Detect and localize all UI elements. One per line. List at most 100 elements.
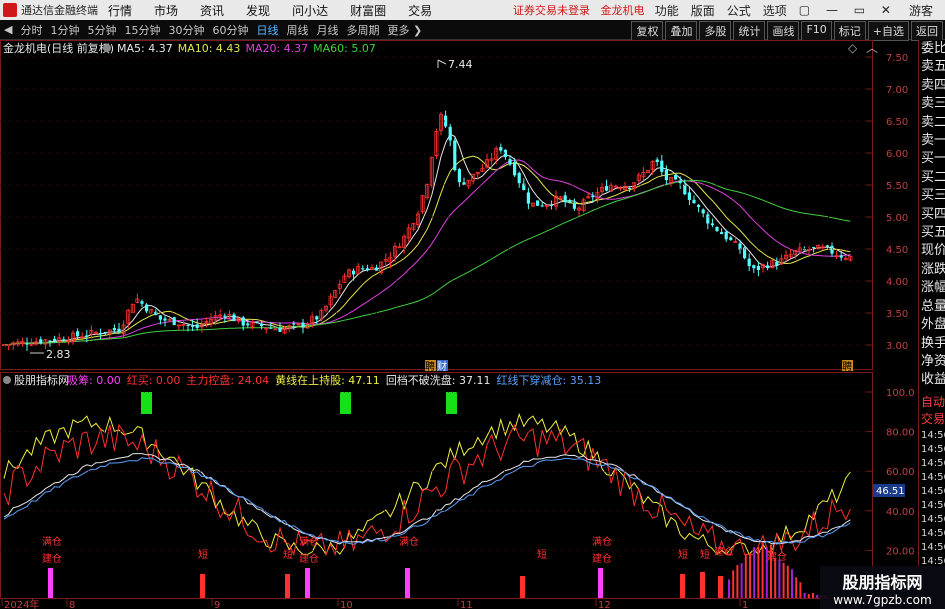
window-controls[interactable]: ▢ — ▭ ✕	[799, 3, 897, 17]
btn-back[interactable]: 返回	[911, 21, 943, 41]
period-60min[interactable]: 60分钟	[212, 22, 248, 38]
candle-body-down	[232, 314, 236, 322]
signal-bar-cluster	[757, 547, 760, 598]
menu-ask[interactable]: 问小达	[292, 2, 328, 19]
short-label: 短	[537, 548, 547, 561]
period-more[interactable]: 更多 ❯	[387, 22, 422, 38]
auto-trade-label-1[interactable]: 自动	[919, 394, 945, 412]
signal-bar-cluster	[803, 592, 806, 598]
signal-bar-cluster	[807, 594, 810, 598]
watermark: 股朋指标网 www.7gpzb.com	[820, 566, 945, 609]
btn-f10[interactable]: F10	[801, 21, 832, 41]
toolbar-nav-icon[interactable]: ◀	[4, 23, 12, 36]
period-monthly[interactable]: 月线	[316, 22, 338, 38]
period-tick[interactable]: 分时	[20, 22, 42, 38]
app-logo-icon	[3, 3, 17, 17]
menu-formula[interactable]: 公式	[727, 2, 751, 19]
candle-body-down	[269, 327, 273, 329]
btn-draw[interactable]: 画线	[767, 21, 800, 41]
guest-label[interactable]: 游客	[909, 2, 933, 19]
diamond-icon[interactable]: ◇	[848, 41, 858, 55]
time-tick-label: 8	[69, 600, 75, 609]
tick-time: 14:56	[921, 541, 945, 553]
candle-body-down	[591, 195, 595, 198]
candle-body-down	[223, 315, 227, 317]
signal-bar-cluster	[740, 563, 743, 598]
period-multi[interactable]: 多周期	[346, 22, 379, 38]
btn-overlay[interactable]: 叠加	[665, 21, 698, 41]
indicator-name[interactable]: 股朋指标网	[14, 373, 69, 387]
candle-body-down	[255, 321, 259, 323]
btn-multi-stock[interactable]: 多股	[699, 21, 732, 41]
chart-settings-icon[interactable]	[103, 44, 111, 52]
btn-adjust[interactable]: 复权	[631, 21, 664, 41]
menu-function[interactable]: 功能	[655, 2, 679, 19]
candle-body-down	[752, 265, 756, 269]
indicator-settings-icon[interactable]	[3, 376, 11, 384]
period-15min[interactable]: 15分钟	[124, 22, 160, 38]
time-tick-label: 9	[214, 600, 220, 609]
candle-body-down	[145, 304, 149, 312]
tick-time: 14:56	[921, 527, 945, 539]
candle-body-down	[53, 338, 57, 342]
menu-trade[interactable]: 交易	[408, 2, 432, 19]
candle-body-down	[172, 317, 176, 325]
full-position-label: 满仓	[299, 535, 319, 548]
time-tick-label: 11	[460, 600, 473, 609]
period-weekly[interactable]: 周线	[286, 22, 308, 38]
menu-layout[interactable]: 版面	[691, 2, 715, 19]
ma60-line	[4, 179, 851, 346]
signal-bar	[200, 574, 205, 598]
chart-canvas[interactable]: 金龙机电(日线 前复权) MA5: 4.37 MA10: 4.43 MA20: 4.…	[0, 40, 918, 609]
candle-body-down	[48, 340, 52, 342]
candle-body-down	[375, 267, 379, 271]
period-30min[interactable]: 30分钟	[168, 22, 204, 38]
menu-market[interactable]: 市场	[154, 2, 178, 19]
candle-body-down	[508, 159, 512, 165]
blue-line	[3, 457, 851, 545]
auto-trade-label-2[interactable]: 交易	[919, 411, 945, 429]
quote-field-label: 涨跌	[921, 261, 945, 277]
quote-field-label: 卖三	[921, 96, 945, 112]
ma-legend-item: MA60: 5.07	[313, 42, 376, 55]
candle-body-down	[365, 268, 369, 271]
price-tick-label: 3.50	[886, 309, 908, 320]
candle-body-down	[292, 323, 296, 325]
ma-legend-item: MA5: 4.37	[117, 42, 173, 55]
btn-add-watch[interactable]: +自选	[867, 21, 909, 41]
candle-body-down	[140, 301, 144, 304]
login-notice[interactable]: 证券交易未登录 金龙机电	[513, 2, 645, 18]
period-daily[interactable]: 日线	[256, 22, 278, 38]
btn-stats[interactable]: 统计	[733, 21, 766, 41]
period-1min[interactable]: 1分钟	[50, 22, 79, 38]
period-5min[interactable]: 5分钟	[87, 22, 116, 38]
menu-options[interactable]: 选项	[763, 2, 787, 19]
candle-body-down	[729, 237, 733, 240]
candle-body-down	[301, 322, 305, 328]
signal-bar-cluster	[753, 547, 756, 598]
time-tick-label: 12	[598, 600, 611, 609]
candle-body-down	[513, 162, 517, 176]
candle-body-down	[39, 339, 43, 344]
menu-discover[interactable]: 发现	[246, 2, 270, 19]
candle-body-down	[315, 316, 319, 320]
indicator-tick-label: 40.00	[886, 507, 915, 518]
candle-body-down	[158, 315, 162, 320]
indicator-axis: 100.0 80.00 60.00 40.00 20.00	[0, 388, 915, 557]
menu-news[interactable]: 资讯	[200, 2, 224, 19]
app-name: 通达信金融终端	[21, 4, 98, 17]
signal-bar	[598, 568, 603, 598]
chevron-up-icon[interactable]: ︿	[866, 41, 878, 55]
btn-mark[interactable]: 标记	[833, 21, 866, 41]
candle-body-down	[112, 328, 116, 331]
indicator-param: 红线下穿减仓: 35.13	[497, 373, 602, 387]
signal-bar	[700, 572, 705, 598]
signal-bar-cluster	[744, 554, 747, 598]
menu-quotes[interactable]: 行情	[108, 2, 132, 19]
price-axis: 7.50 7.00 6.50 6.00 5.50 5.00 4.50 4.00 3.50 3.00	[0, 53, 908, 352]
candlesticks	[2, 110, 853, 351]
candle-body-down	[568, 200, 572, 203]
menu-wealth[interactable]: 财富圈	[350, 2, 386, 19]
full-position-label: 满仓	[399, 535, 419, 548]
candle-body-down	[278, 327, 282, 332]
